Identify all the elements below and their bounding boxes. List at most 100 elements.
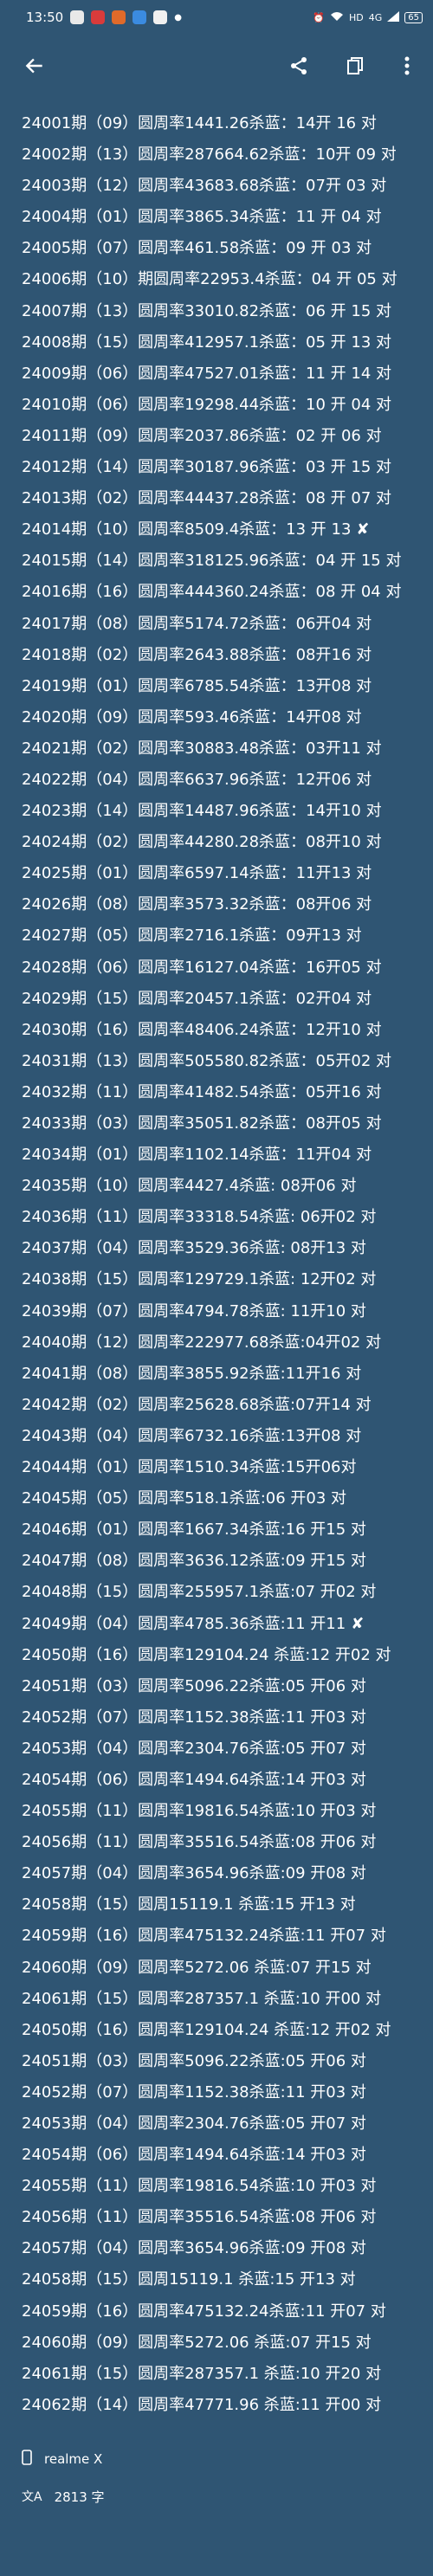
note-line: 24021期（02）圆周率30883.48杀蓝：03开11 对 xyxy=(22,739,382,758)
note-line: 24049期（04）圆周率4785.36杀蓝:11 开11 ✘ xyxy=(22,1614,365,1633)
note-line: 24053期（04）圆周率2304.76杀蓝:05 开07 对 xyxy=(22,2114,366,2133)
note-line: 24057期（04）圆周率3654.96杀蓝:09 开08 对 xyxy=(22,1864,366,1883)
note-line: 24025期（01）圆周率6597.14杀蓝：11开13 对 xyxy=(22,864,372,883)
note-line: 24018期（02）圆周率2643.88杀蓝：08开16 对 xyxy=(22,645,372,664)
note-line: 24048期（15）圆周率255957.1杀蓝:07 开02 对 xyxy=(22,1583,377,1602)
note-line: 24058期（15）圆周15119.1 杀蓝:15 开13 对 xyxy=(22,1895,356,1914)
note-line: 24024期（02）圆周率44280.28杀蓝：08开10 对 xyxy=(22,833,382,852)
status-left: 13:50 ● xyxy=(26,10,182,25)
wifi-icon xyxy=(330,11,344,24)
note-line: 24037期（04）圆周率3529.36杀蓝: 08开13 对 xyxy=(22,1239,366,1258)
notification-app-icon xyxy=(112,10,126,24)
note-line: 24059期（16）圆周率475132.24杀蓝:11 开07 对 xyxy=(22,1927,386,1946)
note-line: 24055期（11）圆周率19816.54杀蓝:10 开03 对 xyxy=(22,2177,377,2196)
note-line: 24058期（15）圆周15119.1 杀蓝:15 开13 对 xyxy=(22,2270,356,2289)
note-line: 24011期（09）圆周率2037.86杀蓝：02 开 06 对 xyxy=(22,426,382,445)
note-line: 24041期（08）圆周率3855.92杀蓝:11开16 对 xyxy=(22,1364,362,1383)
notification-app-icon xyxy=(153,10,168,24)
note-line: 24035期（10）圆周率4427.4杀蓝: 08开06 对 xyxy=(22,1177,357,1196)
note-line: 24045期（05）圆周率518.1杀蓝:06 开03 对 xyxy=(22,1489,347,1508)
note-line: 24022期（04）圆周率6637.96杀蓝：12开06 对 xyxy=(22,770,372,789)
note-line: 24006期（10）期圆周率22953.4杀蓝：04 开 05 对 xyxy=(22,270,397,289)
note-line: 24009期（06）圆周率47527.01杀蓝：11 开 14 对 xyxy=(22,364,392,383)
note-line: 24047期（08）圆周率3636.12杀蓝:09 开15 对 xyxy=(22,1552,366,1571)
note-line: 24008期（15）圆周率412957.1杀蓝：05 开 13 对 xyxy=(22,332,392,352)
note-line: 24059期（16）圆周率475132.24杀蓝:11 开07 对 xyxy=(22,2302,386,2321)
note-line: 24060期（09）圆周率5272.06 杀蓝:07 开15 对 xyxy=(22,1958,372,1977)
note-line: 24052期（07）圆周率1152.38杀蓝:11 开03 对 xyxy=(22,2082,366,2101)
note-line: 24023期（14）圆周率14487.96杀蓝：14开10 对 xyxy=(22,802,382,821)
note-line: 24016期（16）圆周率444360.24杀蓝：08 开 04 对 xyxy=(22,583,402,602)
note-line: 24043期（04）圆周率6732.16杀蓝:13开08 对 xyxy=(22,1426,362,1445)
note-line: 24029期（15）圆周率20457.1杀蓝：02开04 对 xyxy=(22,989,372,1008)
status-time: 13:50 xyxy=(26,10,64,25)
note-line: 24010期（06）圆周率19298.44杀蓝：10 开 04 对 xyxy=(22,395,392,414)
note-line: 24034期（01）圆周率1102.14杀蓝：11开04 对 xyxy=(22,1146,372,1165)
network-type: HD xyxy=(348,11,364,23)
note-line: 24054期（06）圆周率1494.64杀蓝:14 开03 对 xyxy=(22,2146,366,2165)
copy-icon[interactable] xyxy=(338,48,372,83)
note-line: 24053期（04）圆周率2304.76杀蓝:05 开07 对 xyxy=(22,1739,366,1758)
note-content[interactable]: 24001期（09）圆周率1441.26杀蓝：14开 16 对 24002期（1… xyxy=(22,108,429,2421)
note-line: 24017期（08）圆周率5174.72杀蓝：06开04 对 xyxy=(22,614,372,633)
note-line: 24046期（01）圆周率1667.34杀蓝:16 开15 对 xyxy=(22,1520,366,1540)
note-line: 24052期（07）圆周率1152.38杀蓝:11 开03 对 xyxy=(22,1708,366,1727)
note-line: 24028期（06）圆周率16127.04杀蓝：16开05 对 xyxy=(22,958,382,977)
status-right: ⏰ HD 4G 65 xyxy=(313,10,423,24)
note-line: 24013期（02）圆周率44437.28杀蓝：08 开 07 对 xyxy=(22,489,392,508)
note-line: 24062期（14）圆周率47771.96 杀蓝:11 开00 对 xyxy=(22,2395,382,2414)
note-line: 24057期（04）圆周率3654.96杀蓝:09 开08 对 xyxy=(22,2239,366,2258)
note-line: 24007期（13）圆周率33010.82杀蓝：06 开 15 对 xyxy=(22,301,392,320)
note-line: 24004期（01）圆周率3865.34杀蓝：11 开 04 对 xyxy=(22,208,382,227)
note-line: 24056期（11）圆周率35516.54杀蓝:08 开06 对 xyxy=(22,1833,377,1852)
more-notifications-icon: ● xyxy=(174,12,182,23)
note-line: 24060期（09）圆周率5272.06 杀蓝:07 开15 对 xyxy=(22,2333,372,2352)
note-line: 24054期（06）圆周率1494.64杀蓝:14 开03 对 xyxy=(22,1770,366,1789)
miss-mark-icon: ✘ xyxy=(356,520,370,539)
note-line: 24061期（15）圆周率287357.1 杀蓝:10 开20 对 xyxy=(22,2364,382,2383)
translate-icon: 文A xyxy=(22,2490,42,2504)
note-line: 24050期（16）圆周率129104.24 杀蓝:12 开02 对 xyxy=(22,1645,391,1664)
note-line: 24015期（14）圆周率318125.96杀蓝：04 开 15 对 xyxy=(22,552,402,571)
share-icon[interactable] xyxy=(281,48,316,83)
top-toolbar xyxy=(0,35,433,97)
note-line: 24038期（15）圆周率129729.1杀蓝: 12开02 对 xyxy=(22,1270,377,1289)
note-line: 24019期（01）圆周率6785.54杀蓝：13开08 对 xyxy=(22,676,372,695)
miss-mark-icon: ✘ xyxy=(351,1614,365,1633)
note-line: 24055期（11）圆周率19816.54杀蓝:10 开03 对 xyxy=(22,1802,377,1821)
note-line: 24036期（11）圆周率33318.54杀蓝: 06开02 对 xyxy=(22,1208,377,1227)
note-line: 24026期（08）圆周率3573.32杀蓝：08开06 对 xyxy=(22,895,372,914)
note-line: 24012期（14）圆周率30187.96杀蓝：03 开 15 对 xyxy=(22,458,392,477)
note-line: 24032期（11）圆周率41482.54杀蓝：05开16 对 xyxy=(22,1082,382,1101)
status-bar: 13:50 ● ⏰ HD 4G 65 xyxy=(0,0,433,35)
back-arrow-icon[interactable] xyxy=(17,48,52,83)
note-line: 24001期（09）圆周率1441.26杀蓝：14开 16 对 xyxy=(22,114,377,132)
note-line: 24051期（03）圆周率5096.22杀蓝:05 开06 对 xyxy=(22,1676,366,1695)
note-line: 24014期（10）圆周率8509.4杀蓝：13 开 13 ✘ xyxy=(22,520,370,539)
note-line: 24039期（07）圆周率4794.78杀蓝: 11开10 对 xyxy=(22,1301,366,1320)
notification-app-icon xyxy=(91,10,106,24)
note-line: 24027期（05）圆周率2716.1杀蓝：09开13 对 xyxy=(22,926,362,946)
character-count: 2813 字 xyxy=(54,2489,105,2505)
note-line: 24030期（16）圆周率48406.24杀蓝：12开10 对 xyxy=(22,1020,382,1039)
note-line: 24042期（02）圆周率25628.68杀蓝:07开14 对 xyxy=(22,1395,372,1414)
note-line: 24020期（09）圆周率593.46杀蓝：14开08 对 xyxy=(22,707,362,726)
note-line: 24050期（16）圆周率129104.24 杀蓝:12 开02 对 xyxy=(22,2020,391,2039)
note-line: 24044期（01）圆周率1510.34杀蓝:15开06对 xyxy=(22,1458,357,1477)
note-line: 24003期（12）圆周率43683.68杀蓝：07开 03 对 xyxy=(22,177,387,196)
note-line: 24005期（07）圆周率461.58杀蓝：09 开 03 对 xyxy=(22,239,372,258)
phone-icon xyxy=(22,2450,32,2469)
notification-app-icon xyxy=(70,10,85,24)
battery-indicator: 65 xyxy=(404,11,423,23)
alarm-icon: ⏰ xyxy=(313,11,325,23)
more-menu-icon[interactable] xyxy=(390,48,424,83)
word-count-info: 文A 2813 字 xyxy=(22,2483,105,2509)
note-line: 24031期（13）圆周率505580.82杀蓝：05开02 对 xyxy=(22,1051,392,1070)
device-info: realme X xyxy=(22,2446,102,2472)
signal-label: 4G xyxy=(368,11,383,23)
signal-icon xyxy=(387,10,400,24)
notification-app-icon xyxy=(132,10,147,24)
note-line: 24056期（11）圆周率35516.54杀蓝:08 开06 对 xyxy=(22,2208,377,2227)
note-line: 24051期（03）圆周率5096.22杀蓝:05 开06 对 xyxy=(22,2051,366,2070)
note-line: 24040期（12）圆周率222977.68杀蓝:04开02 对 xyxy=(22,1333,382,1352)
